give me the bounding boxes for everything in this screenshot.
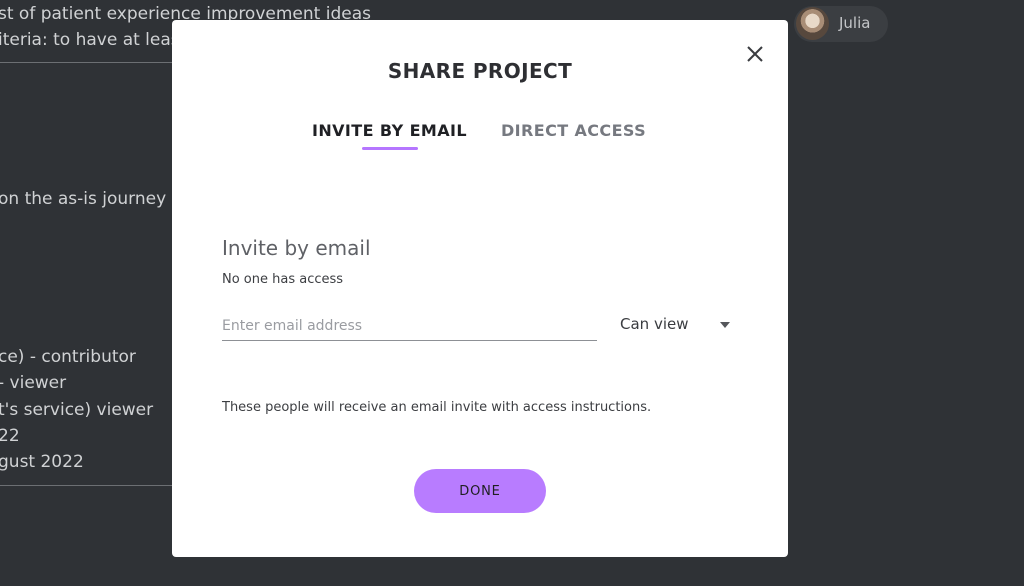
background-text: iteria: to have at leas [0,30,180,50]
avatar [796,7,829,40]
permission-dropdown[interactable]: Can view [620,312,740,340]
background-text: gust 2022 [0,452,84,472]
background-text: t's service) viewer [0,400,154,420]
background-text: - viewer [0,373,67,393]
dialog-title: SHARE PROJECT [387,59,573,83]
tab-invite-by-email[interactable]: INVITE BY EMAIL [312,121,467,140]
divider [0,62,172,63]
invite-info-text: These people will receive an email invit… [222,400,652,415]
section-title: Invite by email [222,236,371,260]
active-tab-indicator [362,147,418,150]
done-button[interactable]: DONE [414,469,546,513]
permission-value: Can view [620,315,689,333]
tab-direct-access[interactable]: DIRECT ACCESS [501,121,646,140]
share-project-dialog: SHARE PROJECT INVITE BY EMAIL DIRECT ACC… [172,20,788,557]
chevron-down-icon [720,322,730,328]
divider [0,485,172,486]
background-text: 22 [0,426,20,446]
user-chip[interactable]: Julia [794,6,888,42]
background-text: ce) - contributor [0,347,136,367]
access-status-text: No one has access [222,272,344,287]
background-text: on the as-is journey [0,189,167,209]
email-input[interactable] [222,312,597,341]
user-name: Julia [839,14,871,32]
